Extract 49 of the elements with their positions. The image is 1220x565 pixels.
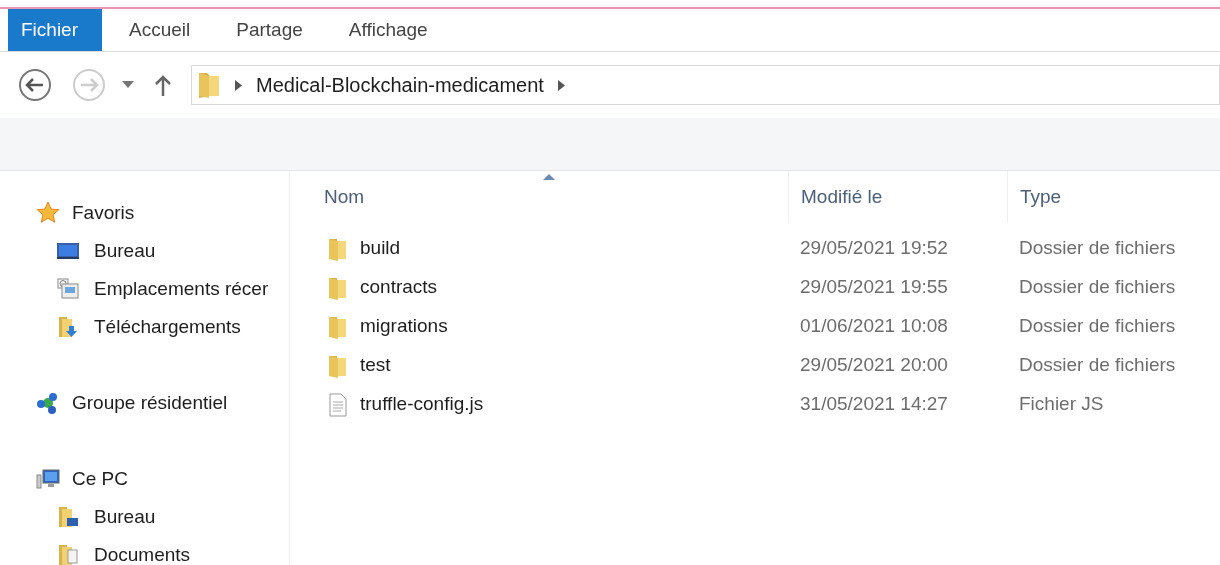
back-icon[interactable]	[18, 68, 52, 102]
date-modified: 29/05/2021 19:55	[800, 276, 948, 298]
file-name: contracts	[360, 275, 438, 300]
sidebar-item[interactable]: Téléchargements	[94, 312, 241, 342]
file-type: Dossier de fichiers	[1019, 354, 1176, 376]
document-icon	[326, 392, 350, 417]
sort-arrow-icon	[543, 174, 555, 180]
column-header[interactable]: Nom	[290, 171, 788, 223]
file-row[interactable]: build 29/05/2021 19:52 Dossier de fichiers	[290, 229, 1220, 268]
sidebar-item[interactable]: Bureau	[94, 236, 156, 266]
computer-icon	[36, 467, 60, 491]
file-type: Fichier JS	[1019, 393, 1104, 415]
file-row[interactable]: contracts 29/05/2021 19:55 Dossier de fichiers	[290, 268, 1220, 307]
file-type: Dossier de fichiers	[1019, 276, 1176, 298]
file-name: migrations	[360, 314, 448, 339]
column-header[interactable]: Type	[1007, 171, 1220, 223]
sidebar-item[interactable]: Ce PC	[72, 464, 128, 494]
file-type: Dossier de fichiers	[1019, 315, 1176, 337]
ribbon-tab[interactable]: Fichier	[8, 9, 102, 51]
sidebar-item[interactable]: Groupe résidentiel	[72, 388, 228, 418]
folder-icon	[56, 543, 80, 565]
file-name: build	[360, 236, 401, 261]
download-folder-icon	[56, 315, 80, 339]
folder-icon	[56, 505, 80, 529]
file-name: truffle-config.js	[360, 392, 484, 417]
sidebar-item[interactable]: Bureau	[94, 502, 156, 532]
date-modified: 01/06/2021 10:08	[800, 315, 948, 337]
star-icon	[36, 201, 60, 225]
recent-places-icon	[56, 277, 80, 301]
file-type: Dossier de fichiers	[1019, 237, 1176, 259]
dropdown-icon[interactable]	[122, 81, 134, 89]
sidebar-item[interactable]: Favoris	[72, 198, 135, 228]
up-arrow-icon[interactable]	[154, 74, 172, 96]
address-bar[interactable]: Medical-Blockchain-medicament	[191, 65, 1220, 105]
sidebar-item[interactable]: Documents	[94, 540, 191, 565]
chevron-icon[interactable]	[235, 79, 242, 91]
breadcrumb-item[interactable]: Medical-Blockchain-medicament	[256, 70, 544, 100]
file-name: test	[360, 353, 391, 378]
column-header[interactable]: Modifié le	[788, 171, 1007, 223]
folder-icon	[197, 71, 221, 99]
file-row[interactable]: truffle-config.js 31/05/2021 14:27 Fichier JS	[290, 385, 1220, 424]
chevron-icon[interactable]	[557, 79, 565, 91]
sidebar-item[interactable]: Emplacements récer	[94, 274, 269, 304]
file-row[interactable]: migrations 01/06/2021 10:08 Dossier de fichiers	[290, 307, 1220, 346]
date-modified: 31/05/2021 14:27	[800, 393, 948, 415]
date-modified: 29/05/2021 20:00	[800, 354, 948, 376]
homegroup-icon	[36, 391, 60, 415]
file-row[interactable]: test 29/05/2021 20:00 Dossier de fichiers	[290, 346, 1220, 385]
date-modified: 29/05/2021 19:52	[800, 237, 948, 259]
